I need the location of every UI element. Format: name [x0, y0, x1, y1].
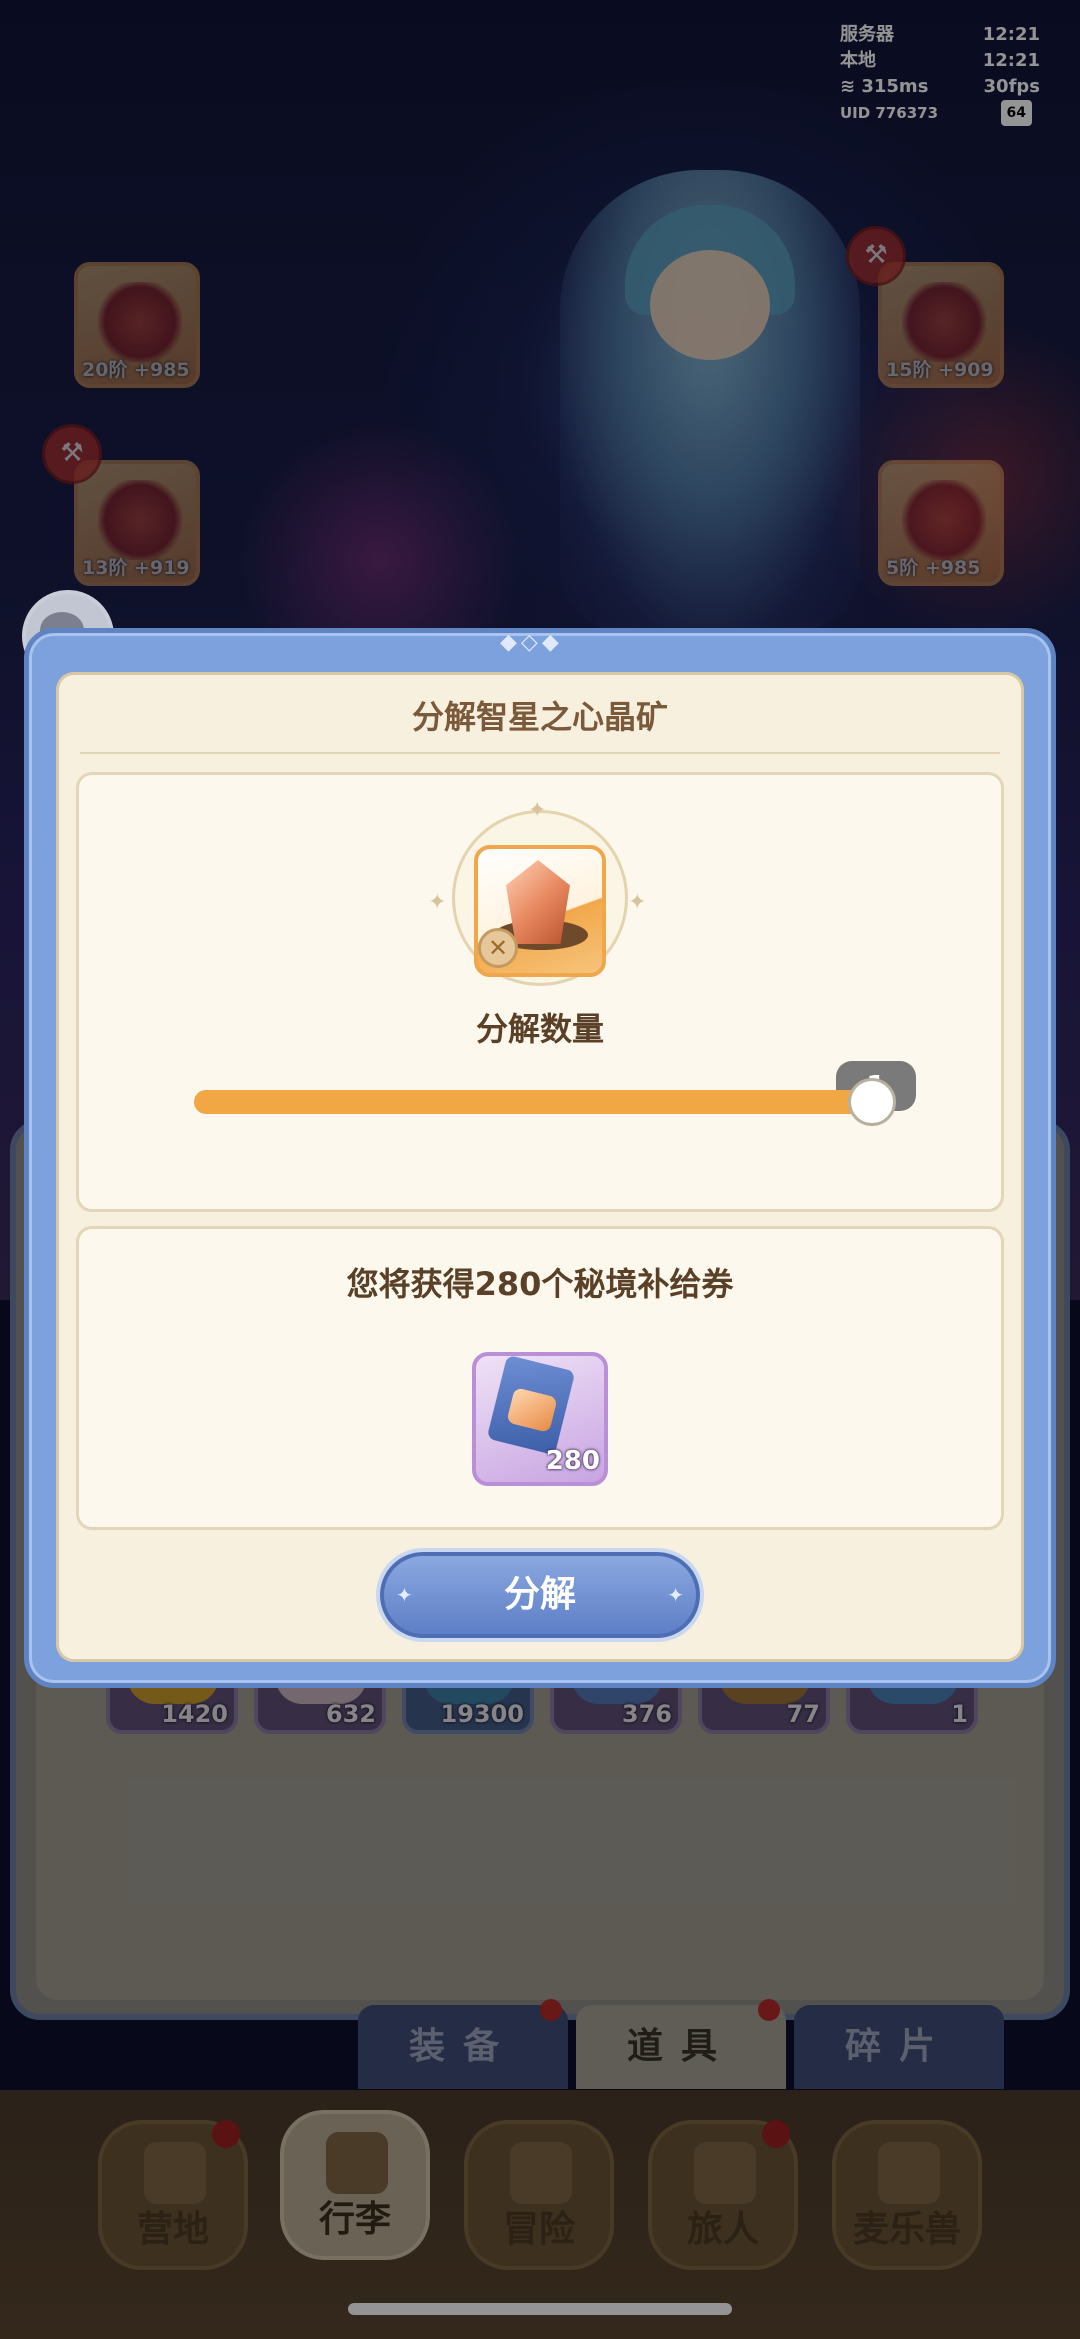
quantity-slider-fill [194, 1090, 894, 1114]
sparkle-icon: ✦ [428, 890, 447, 915]
decompose-button[interactable]: ✦ 分解 ✦ [380, 1552, 700, 1638]
fragment-badge-icon: ✕ [478, 928, 518, 968]
quantity-label: 分解数量 [475, 1010, 604, 1048]
quantity-slider-thumb[interactable] [848, 1078, 896, 1126]
sparkle-icon: ✦ [628, 890, 647, 915]
title-divider [80, 752, 1000, 754]
reward-description: 您将获得280个秘境补给券 [346, 1265, 734, 1303]
diamond-ornament-icon: ◆◇◆ [500, 630, 563, 655]
reward-count: 280 [545, 1446, 600, 1476]
sparkle-icon: ✦ [396, 1583, 413, 1607]
sparkle-icon: ✦ [528, 798, 547, 823]
dialog-title: 分解智星之心晶矿 [411, 698, 668, 736]
sparkle-icon: ✦ [667, 1583, 684, 1607]
